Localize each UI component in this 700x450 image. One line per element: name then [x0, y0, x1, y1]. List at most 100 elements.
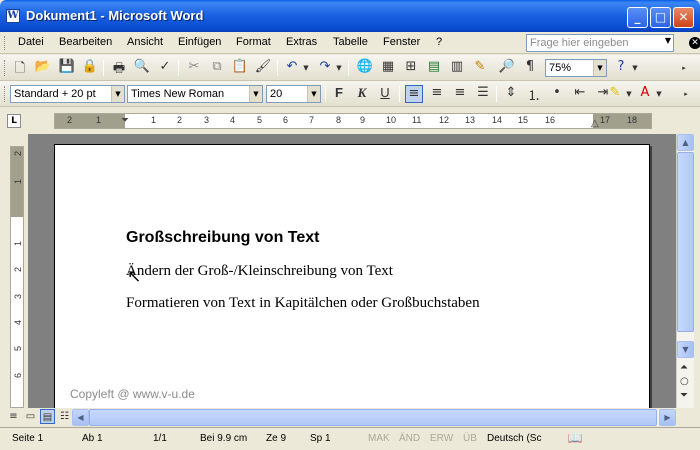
- normal-view-icon[interactable]: ≡: [6, 409, 21, 424]
- menu-datei[interactable]: Datei: [18, 36, 44, 48]
- print-icon[interactable]: 🖶: [110, 59, 128, 77]
- open-icon[interactable]: 📂: [34, 59, 52, 77]
- paste-icon[interactable]: 📋: [231, 59, 249, 77]
- align-left-icon[interactable]: ≡: [405, 85, 423, 103]
- style-select[interactable]: Standard + 20 pt ▼: [10, 85, 125, 103]
- font-select[interactable]: Times New Roman ▼: [127, 85, 263, 103]
- show-formatting-icon[interactable]: ¶: [521, 59, 539, 77]
- status-position[interactable]: Bei 9.9 cm: [200, 433, 247, 444]
- menu-fenster[interactable]: Fenster: [383, 36, 420, 48]
- save-icon[interactable]: 💾: [58, 59, 76, 77]
- undo-icon[interactable]: ↶: [283, 59, 301, 77]
- status-erw[interactable]: ERW: [430, 433, 453, 444]
- chevron-down-icon[interactable]: ▼: [111, 86, 124, 102]
- menu-format[interactable]: Format: [236, 36, 271, 48]
- permission-icon[interactable]: 🔒: [81, 59, 99, 77]
- font-color-icon[interactable]: A: [636, 85, 654, 103]
- status-column[interactable]: Sp 1: [310, 433, 331, 444]
- status-section[interactable]: Ab 1: [82, 433, 103, 444]
- bold-button[interactable]: F: [330, 85, 348, 103]
- drawing-icon[interactable]: ✎: [471, 59, 489, 77]
- menu-tabelle[interactable]: Tabelle: [333, 36, 368, 48]
- print-preview-icon[interactable]: 🔍: [133, 59, 151, 77]
- maximize-button[interactable]: □: [650, 7, 671, 28]
- copy-icon[interactable]: ⧉: [208, 59, 226, 77]
- web-layout-icon[interactable]: ▭: [23, 409, 38, 424]
- decrease-indent-icon[interactable]: ⇤: [571, 85, 589, 103]
- right-indent-marker[interactable]: △: [591, 118, 599, 129]
- status-line[interactable]: Ze 9: [266, 433, 286, 444]
- italic-button[interactable]: K: [353, 85, 371, 103]
- numbering-icon[interactable]: ⒈: [525, 85, 543, 104]
- chevron-down-icon[interactable]: ▼: [593, 60, 606, 76]
- chevron-down-icon[interactable]: ▼: [665, 36, 671, 45]
- horizontal-scroll-thumb[interactable]: [89, 409, 657, 426]
- menu-bearbeiten[interactable]: Bearbeiten: [59, 36, 112, 48]
- align-center-icon[interactable]: ≡: [428, 85, 446, 103]
- bullets-icon[interactable]: •: [548, 85, 566, 103]
- redo-dropdown-arrow[interactable]: ▼: [335, 59, 343, 77]
- scroll-up-button[interactable]: ▲: [677, 134, 694, 151]
- menu-help[interactable]: ?: [436, 36, 442, 48]
- scroll-down-button[interactable]: ▼: [677, 341, 694, 358]
- horizontal-ruler[interactable]: 2 1 1 2 3 4 5 6 7 8 9 10 11 12 13 14 15 …: [54, 113, 652, 129]
- status-language[interactable]: Deutsch (Sc: [487, 433, 541, 444]
- hyperlink-icon[interactable]: 🌐: [356, 59, 374, 77]
- document-page[interactable]: Großschreibung von Text Ändern der Groß-…: [54, 144, 650, 418]
- insert-excel-icon[interactable]: ▤: [425, 59, 443, 77]
- status-mak[interactable]: MAK: [368, 433, 390, 444]
- horizontal-scrollbar[interactable]: ◀ ▶: [72, 409, 676, 426]
- font-color-dropdown-arrow[interactable]: ▼: [655, 85, 663, 103]
- title-bar[interactable]: W Dokument1 - Microsoft Word _ □ ✕: [0, 0, 700, 32]
- document-close-icon[interactable]: ✕: [689, 37, 700, 49]
- spelling-icon[interactable]: ✓: [156, 59, 174, 77]
- toolbar-grip[interactable]: [4, 60, 7, 76]
- help-icon[interactable]: ?: [612, 59, 630, 77]
- vertical-ruler[interactable]: 2 1 1 2 3 4 5 6: [10, 146, 24, 408]
- justify-icon[interactable]: ☰: [474, 85, 492, 103]
- scroll-right-button[interactable]: ▶: [659, 409, 676, 426]
- zoom-select[interactable]: 75% ▼: [545, 59, 607, 77]
- minimize-button[interactable]: _: [627, 7, 648, 28]
- help-dropdown-arrow[interactable]: ▼: [631, 59, 639, 77]
- close-button[interactable]: ✕: [673, 7, 694, 28]
- columns-icon[interactable]: ▥: [448, 59, 466, 77]
- first-line-indent-marker[interactable]: ⏷: [121, 115, 129, 126]
- menu-grip[interactable]: [4, 36, 7, 50]
- next-page-icon[interactable]: ⏷: [680, 390, 688, 401]
- new-document-icon[interactable]: 🗋: [11, 59, 29, 77]
- menu-extras[interactable]: Extras: [286, 36, 317, 48]
- font-size-select[interactable]: 20 ▼: [266, 85, 321, 103]
- redo-icon[interactable]: ↷: [316, 59, 334, 77]
- browse-object-icon[interactable]: ○: [680, 376, 689, 387]
- align-right-icon[interactable]: ≡: [451, 85, 469, 103]
- tab-selector[interactable]: L: [7, 114, 21, 128]
- underline-button[interactable]: U: [376, 85, 394, 103]
- menu-einfuegen[interactable]: Einfügen: [178, 36, 221, 48]
- status-page[interactable]: Seite 1: [12, 433, 43, 444]
- cut-icon[interactable]: ✂: [185, 59, 203, 77]
- menu-ansicht[interactable]: Ansicht: [127, 36, 163, 48]
- toolbar-grip[interactable]: [4, 86, 7, 102]
- toolbar-options-arrow[interactable]: ▸: [680, 59, 688, 77]
- vertical-scrollbar[interactable]: ▲ ▼ ⏶ ○ ⏷: [676, 134, 694, 408]
- help-search-input[interactable]: Frage hier eingeben ▼: [526, 34, 674, 52]
- chevron-down-icon[interactable]: ▼: [307, 86, 320, 102]
- highlight-icon[interactable]: ✎: [606, 85, 624, 103]
- status-and[interactable]: ÄND: [399, 433, 420, 444]
- insert-table-icon[interactable]: ⊞: [402, 59, 420, 77]
- undo-dropdown-arrow[interactable]: ▼: [302, 59, 310, 77]
- previous-page-icon[interactable]: ⏶: [680, 362, 688, 373]
- highlight-dropdown-arrow[interactable]: ▼: [625, 85, 633, 103]
- chevron-down-icon[interactable]: ▼: [249, 86, 262, 102]
- status-ub[interactable]: ÜB: [463, 433, 477, 444]
- format-painter-icon[interactable]: 🖌: [254, 59, 272, 77]
- document-map-icon[interactable]: 🔎: [498, 59, 516, 77]
- tables-borders-icon[interactable]: ▦: [379, 59, 397, 77]
- outline-view-icon[interactable]: ☷: [57, 409, 72, 424]
- scroll-left-button[interactable]: ◀: [72, 409, 89, 426]
- word-app-icon[interactable]: W: [6, 9, 20, 23]
- line-spacing-icon[interactable]: ⇕: [502, 85, 520, 103]
- spelling-status-icon[interactable]: 📖: [566, 431, 584, 447]
- toolbar-options-arrow[interactable]: ▸: [682, 85, 690, 103]
